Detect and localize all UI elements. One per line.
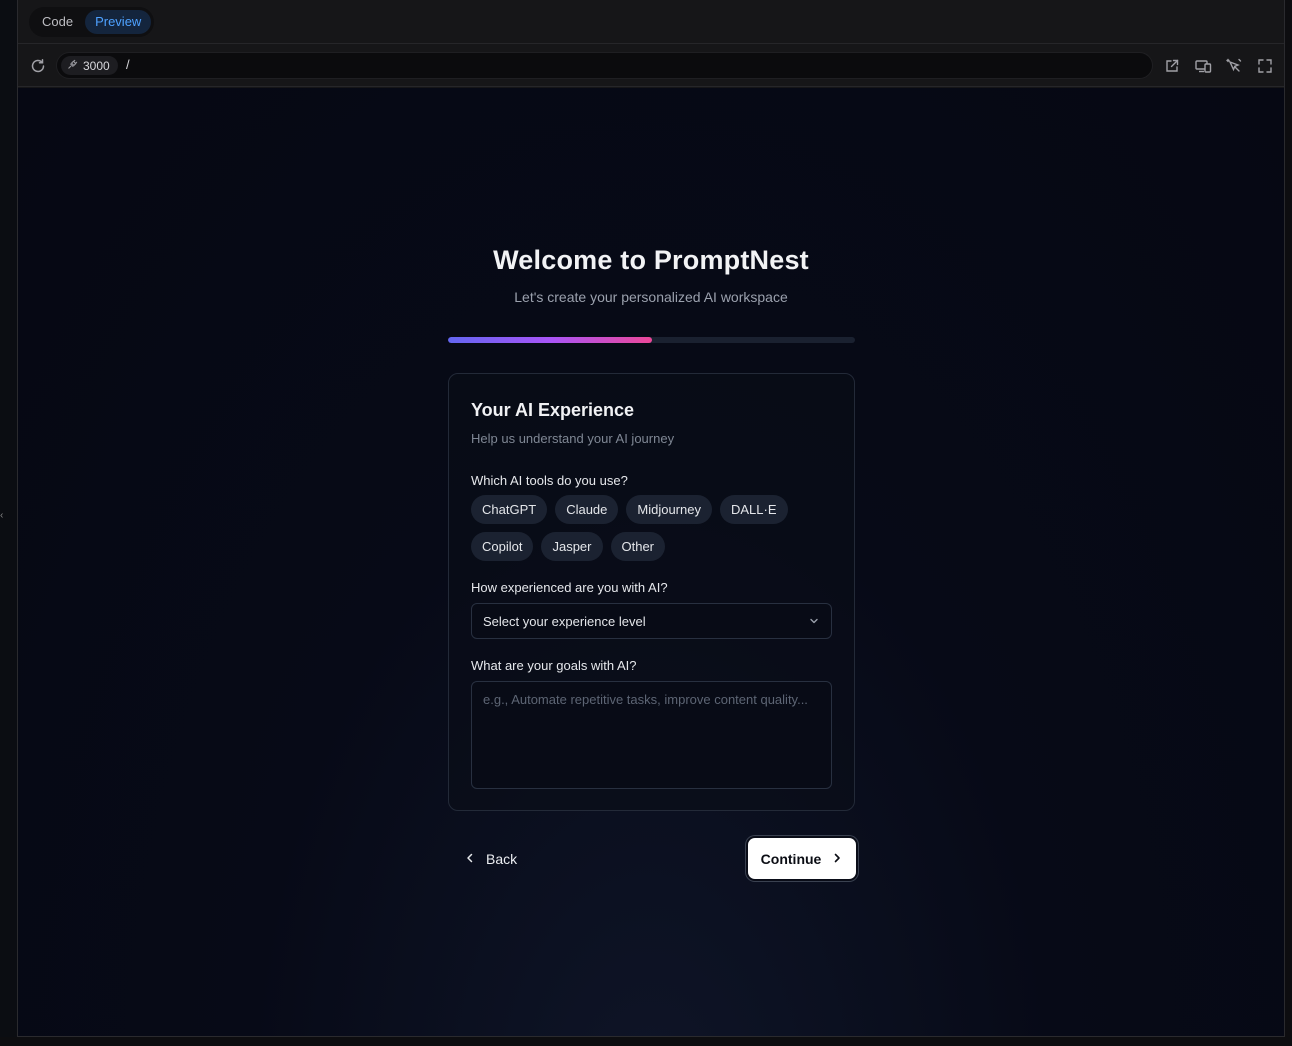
address-bar-row: 3000 /	[18, 45, 1284, 87]
card-title: Your AI Experience	[471, 400, 635, 420]
card-subtitle: Help us understand your AI journey	[471, 431, 675, 446]
chip-dalle[interactable]: DALL·E	[719, 495, 788, 524]
goals-label: What are your goals with AI?	[471, 658, 637, 673]
back-button[interactable]: Back	[458, 846, 523, 872]
continue-button[interactable]: Continue	[748, 838, 856, 879]
port-number: 3000	[83, 58, 110, 73]
inspect-icon[interactable]	[1223, 55, 1245, 77]
tools-label: Which AI tools do you use?	[471, 473, 628, 488]
chevron-left-icon	[464, 851, 476, 867]
plug-icon	[67, 59, 78, 73]
page-title: Welcome to PromptNest	[493, 245, 809, 275]
chip-midjourney[interactable]: Midjourney	[626, 495, 712, 524]
tab-preview[interactable]: Preview	[85, 10, 152, 34]
experience-card: Your AI Experience Help us understand yo…	[448, 373, 855, 811]
goals-textarea[interactable]: e.g., Automate repetitive tasks, improve…	[471, 681, 832, 789]
preview-viewport: Welcome to PromptNest Let's create your …	[18, 88, 1284, 1036]
fullscreen-icon[interactable]	[1254, 55, 1276, 77]
bottom-edge	[0, 1037, 1292, 1046]
experience-label: How experienced are you with AI?	[471, 580, 668, 595]
chip-copilot[interactable]: Copilot	[471, 532, 534, 561]
goals-placeholder: e.g., Automate repetitive tasks, improve…	[483, 692, 808, 707]
tab-code[interactable]: Code	[32, 10, 83, 34]
experience-select-value: Select your experience level	[483, 614, 646, 629]
left-edge-strip: ‹	[0, 0, 17, 1046]
tab-bar: Code Preview	[18, 0, 1284, 44]
view-toggle: Code Preview	[29, 7, 155, 37]
address-bar[interactable]: 3000 /	[56, 52, 1153, 79]
tool-chips: ChatGPT Claude Midjourney DALL·E Copilot…	[471, 495, 811, 561]
browser-frame: Code Preview 3000 / Welcome to PromptNes…	[17, 0, 1285, 1037]
responsive-icon[interactable]	[1192, 55, 1214, 77]
resize-handle-icon[interactable]: ‹	[0, 510, 4, 524]
chip-jasper[interactable]: Jasper	[541, 532, 603, 561]
reload-icon[interactable]	[27, 55, 49, 77]
chevron-right-icon	[831, 851, 843, 867]
open-external-icon[interactable]	[1161, 55, 1183, 77]
chevron-down-icon	[807, 614, 821, 628]
page-subtitle: Let's create your personalized AI worksp…	[514, 289, 788, 305]
chip-other[interactable]: Other	[610, 532, 666, 561]
chip-chatgpt[interactable]: ChatGPT	[471, 495, 548, 524]
back-label: Back	[486, 851, 518, 867]
port-badge[interactable]: 3000	[61, 56, 118, 75]
experience-select[interactable]: Select your experience level	[471, 603, 832, 639]
progress-fill	[448, 337, 652, 343]
continue-label: Continue	[760, 850, 822, 867]
onboarding-progress-bar	[448, 337, 855, 343]
url-path[interactable]: /	[126, 57, 130, 72]
chip-claude[interactable]: Claude	[555, 495, 619, 524]
